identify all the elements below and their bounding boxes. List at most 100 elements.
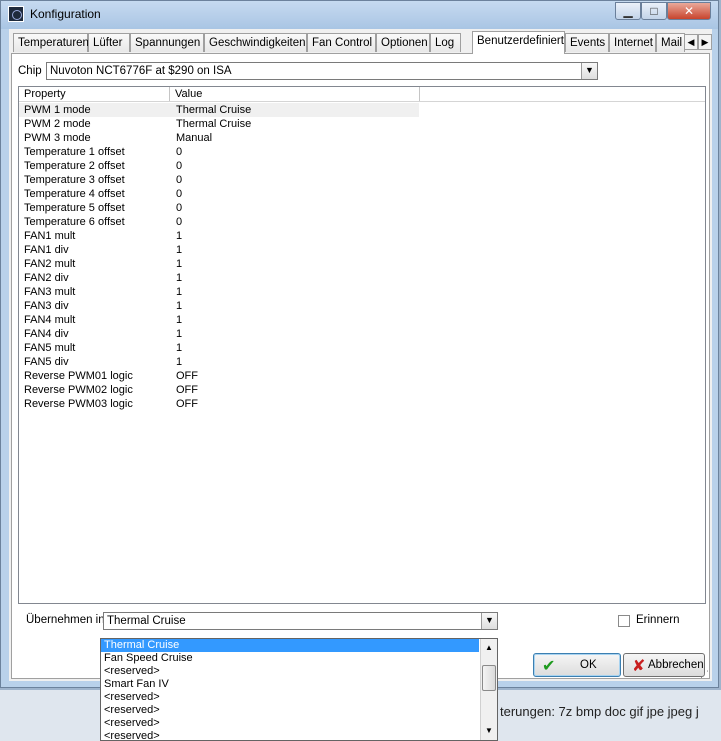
resize-grip-icon[interactable]: ⋰ (700, 669, 710, 679)
ok-button[interactable]: ✔ OK (533, 653, 621, 677)
value-cell[interactable]: 0 (176, 201, 182, 215)
value-cell[interactable]: Manual (176, 131, 212, 145)
column-header-property[interactable]: Property (19, 87, 170, 101)
apply-dropdown-list[interactable]: Thermal Cruise Fan Speed Cruise <reserved>… (100, 638, 498, 741)
table-row[interactable]: Reverse PWM02 logic OFF (19, 383, 705, 397)
table-row[interactable]: PWM 2 mode Thermal Cruise (19, 117, 705, 131)
value-cell[interactable]: 1 (176, 355, 182, 369)
value-cell[interactable]: 1 (176, 243, 182, 257)
table-row[interactable]: FAN5 div 1 (19, 355, 705, 369)
chip-select[interactable]: Nuvoton NCT6776F at $290 on ISA ▼ (46, 62, 598, 80)
value-cell[interactable]: 1 (176, 285, 182, 299)
tab-internet[interactable]: Internet (609, 33, 656, 52)
table-row[interactable]: Temperature 6 offset 0 (19, 215, 705, 229)
minimize-button[interactable]: ▁ (615, 2, 641, 20)
table-row[interactable]: FAN4 div 1 (19, 327, 705, 341)
app-fan-icon (8, 6, 24, 22)
tab-temperaturen[interactable]: Temperaturen (13, 33, 89, 52)
value-cell[interactable]: 0 (176, 215, 182, 229)
value-cell[interactable]: 0 (176, 145, 182, 159)
table-row[interactable]: FAN5 mult 1 (19, 341, 705, 355)
dropdown-option[interactable]: <reserved> (101, 691, 479, 704)
table-row[interactable]: FAN3 div 1 (19, 299, 705, 313)
tab-events[interactable]: Events (565, 33, 609, 52)
apply-label: Übernehmen in (26, 614, 105, 626)
tab-mail[interactable]: Mail (656, 33, 685, 52)
dropdown-option[interactable]: <reserved> (101, 704, 479, 717)
table-row[interactable]: FAN3 mult 1 (19, 285, 705, 299)
title-bar[interactable]: Konfiguration ▁ □ ✕ (1, 1, 718, 29)
table-row[interactable]: Temperature 5 offset 0 (19, 201, 705, 215)
value-cell[interactable]: 1 (176, 257, 182, 271)
value-cell[interactable]: 1 (176, 313, 182, 327)
table-row[interactable]: PWM 1 mode Thermal Cruise (19, 103, 419, 117)
table-row[interactable]: FAN1 div 1 (19, 243, 705, 257)
value-cell[interactable]: 1 (176, 327, 182, 341)
table-row[interactable]: PWM 3 mode Manual (19, 131, 705, 145)
table-row[interactable]: Temperature 4 offset 0 (19, 187, 705, 201)
dropdown-scrollbar[interactable]: ▲ ▼ (480, 639, 497, 740)
value-cell[interactable]: 0 (176, 173, 182, 187)
dropdown-option[interactable]: Thermal Cruise (101, 639, 479, 652)
table-row[interactable]: Reverse PWM01 logic OFF (19, 369, 705, 383)
dropdown-option[interactable]: <reserved> (101, 717, 479, 730)
property-cell: FAN4 mult (24, 314, 76, 326)
value-cell[interactable]: 1 (176, 229, 182, 243)
property-cell: FAN2 div (24, 272, 69, 284)
table-row[interactable]: FAN2 mult 1 (19, 257, 705, 271)
tab-log[interactable]: Log (430, 33, 461, 52)
scroll-thumb[interactable] (482, 665, 496, 691)
tab-geschwindigkeiten[interactable]: Geschwindigkeiten (204, 33, 307, 52)
chevron-down-icon[interactable]: ▼ (481, 613, 497, 629)
apply-select-value: Thermal Cruise (107, 615, 186, 627)
dropdown-option[interactable]: Fan Speed Cruise (101, 652, 479, 665)
property-cell: Temperature 6 offset (24, 216, 125, 228)
value-cell[interactable]: 1 (176, 299, 182, 313)
chevron-down-icon[interactable]: ▼ (581, 63, 597, 79)
tab-scroll-right-icon[interactable]: ▶ (698, 34, 712, 50)
maximize-button[interactable]: □ (641, 2, 667, 20)
table-row[interactable]: FAN1 mult 1 (19, 229, 705, 243)
remember-label[interactable]: Erinnern (636, 614, 679, 626)
tab-optionen[interactable]: Optionen (376, 33, 430, 52)
property-grid[interactable]: Property Value PWM 1 mode Thermal Cruise P… (18, 86, 706, 604)
value-cell[interactable]: 0 (176, 187, 182, 201)
value-cell[interactable]: 1 (176, 341, 182, 355)
table-row[interactable]: FAN2 div 1 (19, 271, 705, 285)
tab-benutzerdefiniert[interactable]: Benutzerdefiniert (472, 31, 565, 54)
remember-checkbox[interactable] (618, 615, 630, 627)
value-cell[interactable]: 1 (176, 271, 182, 285)
tab-fan-control[interactable]: Fan Control (307, 33, 376, 52)
tab-spannungen[interactable]: Spannungen (130, 33, 204, 52)
tab-scroll-left-icon[interactable]: ◀ (684, 34, 698, 50)
dropdown-option[interactable]: <reserved> (101, 665, 479, 678)
table-row[interactable]: Temperature 2 offset 0 (19, 159, 705, 173)
property-cell: Reverse PWM02 logic (24, 384, 133, 396)
scroll-down-icon[interactable]: ▼ (482, 724, 496, 738)
property-cell: FAN3 div (24, 300, 69, 312)
close-button[interactable]: ✕ (667, 2, 711, 20)
value-cell[interactable]: OFF (176, 383, 198, 397)
dropdown-option[interactable]: <reserved> (101, 730, 479, 740)
scroll-up-icon[interactable]: ▲ (482, 641, 496, 655)
value-cell[interactable]: OFF (176, 369, 198, 383)
dropdown-option[interactable]: Smart Fan IV (101, 678, 479, 691)
property-cell: Temperature 4 offset (24, 188, 125, 200)
value-cell[interactable]: Thermal Cruise (176, 117, 251, 131)
tab-luefter[interactable]: Lüfter (88, 33, 130, 52)
table-row[interactable]: FAN4 mult 1 (19, 313, 705, 327)
property-cell: PWM 3 mode (24, 132, 91, 144)
cancel-button[interactable]: ✘ Abbrechen (623, 653, 705, 677)
value-cell[interactable]: OFF (176, 397, 198, 411)
table-row[interactable]: Temperature 3 offset 0 (19, 173, 705, 187)
table-row[interactable]: Temperature 1 offset 0 (19, 145, 705, 159)
apply-select[interactable]: Thermal Cruise ▼ (103, 612, 498, 630)
value-cell[interactable]: Thermal Cruise (176, 103, 251, 117)
config-window: Konfiguration ▁ □ ✕ Temperaturen Lüfter … (0, 0, 719, 688)
tab-panel-benutzerdefiniert: Chip Nuvoton NCT6776F at $290 on ISA ▼ P… (11, 53, 710, 679)
value-cell[interactable]: 0 (176, 159, 182, 173)
column-header-value[interactable]: Value (170, 87, 420, 101)
property-cell: FAN2 mult (24, 258, 76, 270)
table-row[interactable]: Reverse PWM03 logic OFF (19, 397, 705, 411)
property-cell: FAN5 mult (24, 342, 76, 354)
